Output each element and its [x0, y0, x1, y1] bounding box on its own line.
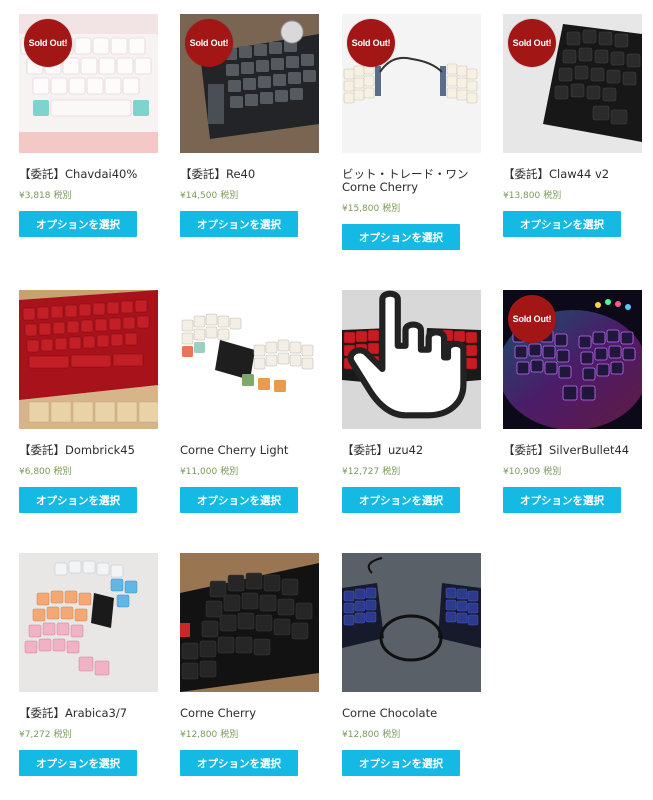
product-grid: Sold Out! 【委託】Chavdai40% ¥3,818 税別 オプションを…: [0, 0, 653, 800]
product-image[interactable]: Sold Out!: [180, 14, 319, 153]
product-price: ¥14,500 税別: [180, 188, 319, 201]
price-amount: ¥12,727: [342, 467, 380, 477]
product-image[interactable]: [180, 290, 319, 429]
select-options-button[interactable]: オプションを選択: [342, 750, 460, 776]
product-price: ¥11,000 税別: [180, 464, 319, 477]
product-card: Corne Cherry Light ¥11,000 税別 オプションを選択: [180, 290, 319, 513]
product-title[interactable]: Corne Chocolate: [342, 707, 481, 720]
select-options-button[interactable]: オプションを選択: [503, 211, 621, 237]
tax-label: 税別: [53, 467, 72, 477]
product-title[interactable]: 【委託】Claw44 v2: [503, 168, 642, 181]
product-price: ¥10,909 税別: [503, 464, 642, 477]
product-image[interactable]: Sold Out!: [503, 14, 642, 153]
select-options-button[interactable]: オプションを選択: [342, 224, 460, 250]
tax-label: 税別: [382, 467, 401, 477]
product-title[interactable]: Corne Cherry Light: [180, 444, 319, 457]
tax-label: 税別: [53, 191, 72, 201]
product-card: Corne Cherry ¥12,800 税別 オプションを選択: [180, 553, 319, 776]
select-options-button[interactable]: オプションを選択: [19, 487, 137, 513]
product-card: Sold Out! 【委託】Re40 ¥14,500 税別 オプションを選択: [180, 14, 319, 237]
price-amount: ¥14,500: [180, 191, 218, 201]
keyboard-photo-icon: [180, 290, 319, 429]
product-card: Sold Out! 【委託】SilverBullet44 ¥10,909 税別 オ…: [503, 290, 642, 513]
price-amount: ¥13,800: [503, 191, 541, 201]
product-image[interactable]: Sold Out!: [19, 14, 158, 153]
product-title[interactable]: 【委託】Re40: [180, 168, 319, 181]
price-amount: ¥12,800: [180, 730, 218, 740]
price-amount: ¥3,818: [19, 191, 51, 201]
price-amount: ¥12,800: [342, 730, 380, 740]
product-price: ¥12,727 税別: [342, 464, 481, 477]
product-title[interactable]: Corne Cherry: [180, 707, 319, 720]
product-card: 【委託】Dombrick45 ¥6,800 税別 オプションを選択: [19, 290, 158, 513]
hand-pointer-icon: [347, 290, 467, 419]
tax-label: 税別: [382, 730, 401, 740]
product-image[interactable]: [342, 553, 481, 692]
sold-out-badge: Sold Out!: [185, 19, 233, 67]
keyboard-photo-icon: [19, 553, 158, 692]
select-options-button[interactable]: オプションを選択: [180, 211, 298, 237]
tax-label: 税別: [543, 191, 562, 201]
price-amount: ¥6,800: [19, 467, 51, 477]
keyboard-photo-icon: [19, 290, 158, 429]
product-title[interactable]: 【委託】uzu42: [342, 444, 481, 457]
product-card: 【委託】uzu42 ¥12,727 税別 オプションを選択: [342, 290, 481, 513]
sold-out-badge: Sold Out!: [508, 19, 556, 67]
product-card: Sold Out! 【委託】Claw44 v2 ¥13,800 税別 オプションを…: [503, 14, 642, 237]
tax-label: 税別: [53, 730, 72, 740]
product-price: ¥15,800 税別: [342, 201, 481, 214]
product-title[interactable]: 【委託】Chavdai40%: [19, 168, 158, 181]
sold-out-badge: Sold Out!: [508, 295, 556, 343]
price-amount: ¥7,272: [19, 730, 51, 740]
product-card: Sold Out! ビット・トレード・ワン Corne Cherry ¥15,8…: [342, 14, 481, 250]
keyboard-photo-icon: [180, 553, 319, 692]
tax-label: 税別: [543, 467, 562, 477]
product-title[interactable]: ビット・トレード・ワン Corne Cherry: [342, 168, 481, 194]
product-price: ¥3,818 税別: [19, 188, 158, 201]
product-image[interactable]: [19, 290, 158, 429]
tax-label: 税別: [220, 730, 239, 740]
product-title[interactable]: 【委託】Dombrick45: [19, 444, 158, 457]
sold-out-badge: Sold Out!: [347, 19, 395, 67]
price-amount: ¥11,000: [180, 467, 218, 477]
product-image[interactable]: [19, 553, 158, 692]
select-options-button[interactable]: オプションを選択: [19, 750, 137, 776]
product-price: ¥6,800 税別: [19, 464, 158, 477]
product-image[interactable]: Sold Out!: [503, 290, 642, 429]
product-image[interactable]: [180, 553, 319, 692]
price-amount: ¥10,909: [503, 467, 541, 477]
product-price: ¥12,800 税別: [342, 727, 481, 740]
sold-out-badge: Sold Out!: [24, 19, 72, 67]
product-title[interactable]: 【委託】SilverBullet44: [503, 444, 642, 457]
select-options-button[interactable]: オプションを選択: [19, 211, 137, 237]
tax-label: 税別: [220, 467, 239, 477]
product-price: ¥12,800 税別: [180, 727, 319, 740]
product-card: Corne Chocolate ¥12,800 税別 オプションを選択: [342, 553, 481, 776]
select-options-button[interactable]: オプションを選択: [180, 750, 298, 776]
product-image[interactable]: Sold Out!: [342, 14, 481, 153]
product-price: ¥13,800 税別: [503, 188, 642, 201]
select-options-button[interactable]: オプションを選択: [180, 487, 298, 513]
product-card: 【委託】Arabica3/7 ¥7,272 税別 オプションを選択: [19, 553, 158, 776]
tax-label: 税別: [382, 204, 401, 214]
tax-label: 税別: [220, 191, 239, 201]
select-options-button[interactable]: オプションを選択: [503, 487, 621, 513]
price-amount: ¥15,800: [342, 204, 380, 214]
product-card: Sold Out! 【委託】Chavdai40% ¥3,818 税別 オプションを…: [19, 14, 158, 237]
select-options-button[interactable]: オプションを選択: [342, 487, 460, 513]
product-title[interactable]: 【委託】Arabica3/7: [19, 707, 158, 720]
product-image[interactable]: [342, 290, 481, 429]
product-price: ¥7,272 税別: [19, 727, 158, 740]
keyboard-photo-icon: [342, 553, 481, 692]
